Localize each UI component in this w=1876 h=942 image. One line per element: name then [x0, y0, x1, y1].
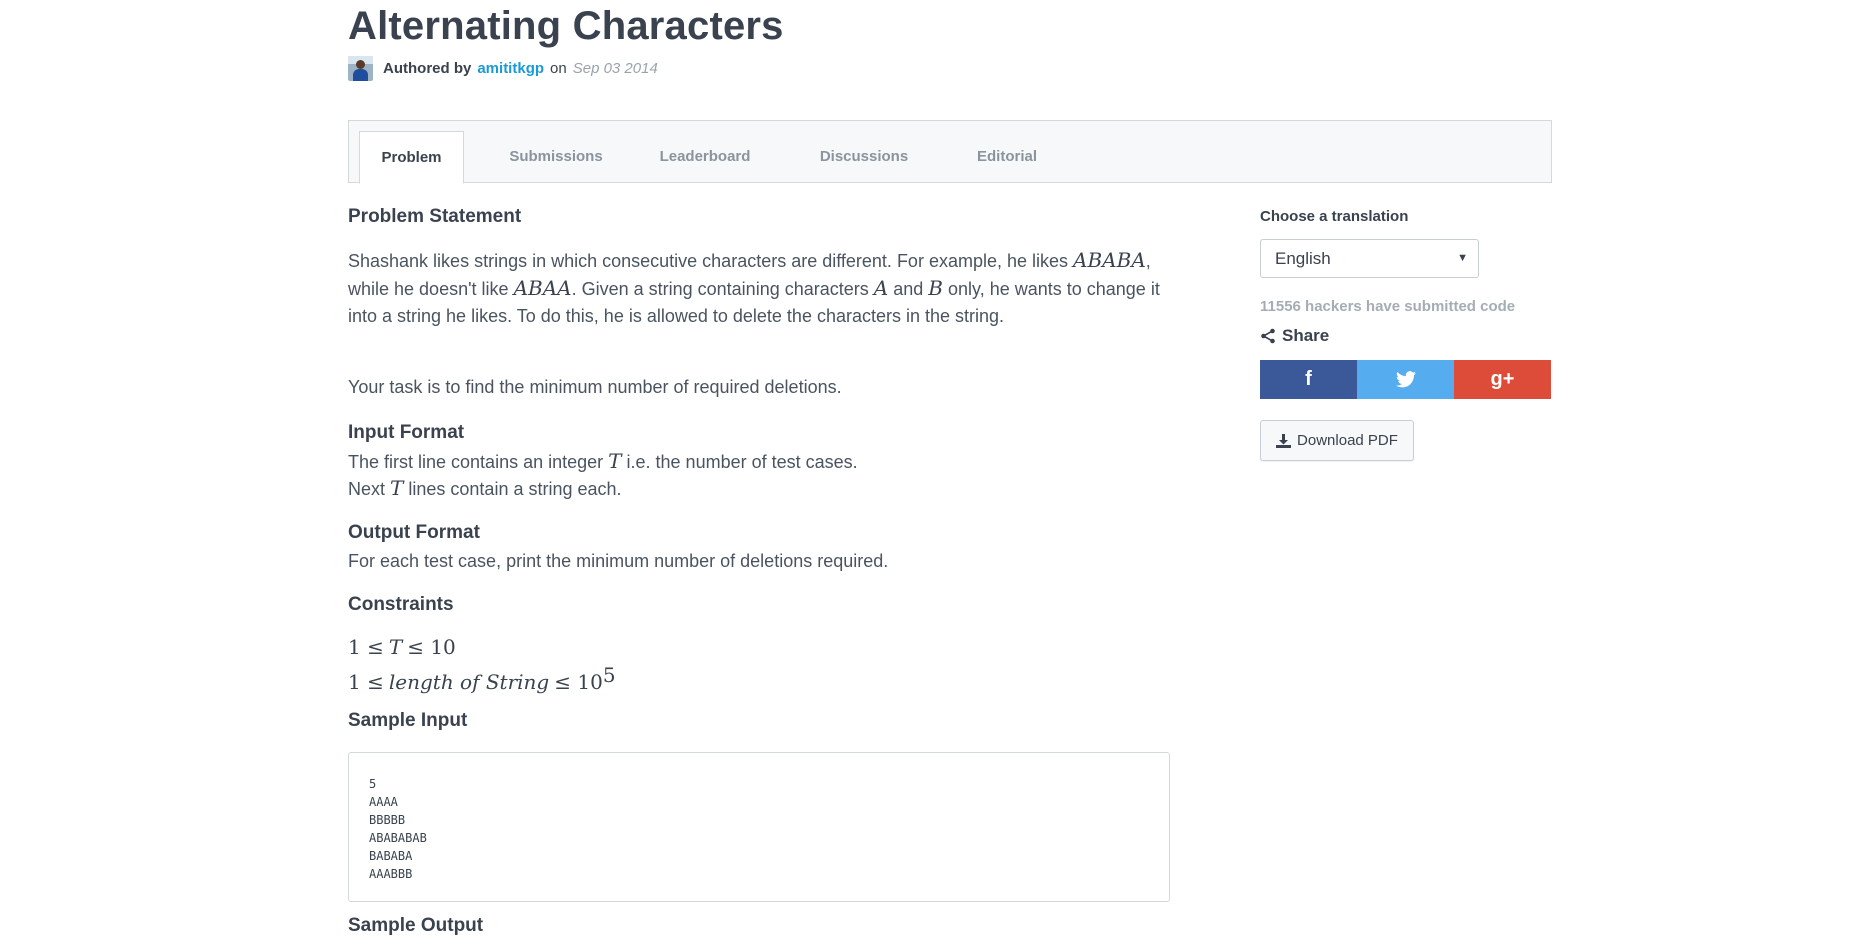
output-format-heading: Output Format	[348, 522, 480, 543]
translation-select[interactable]: English ▼	[1260, 239, 1479, 278]
share-label: Share	[1282, 326, 1330, 345]
constraints-heading: Constraints	[348, 594, 454, 615]
facebook-share-button[interactable]: f	[1260, 360, 1357, 399]
constraint-1: 1 ≤ T ≤ 10	[348, 635, 456, 659]
output-format-text: For each test case, print the minimum nu…	[348, 551, 889, 571]
google-plus-share-button[interactable]: g+	[1454, 360, 1551, 399]
download-pdf-label: Download PDF	[1297, 432, 1398, 449]
avatar[interactable]	[348, 55, 373, 81]
tab-submissions[interactable]: Submissions	[496, 131, 616, 182]
problem-statement-text: Shashank likes strings in which consecut…	[348, 248, 1160, 326]
download-icon	[1276, 433, 1292, 448]
input-format-line-1: The first line contains an integer T i.e…	[348, 449, 858, 473]
submitted-count: 11556 hackers have submitted code	[1260, 298, 1516, 315]
google-plus-icon: g+	[1490, 368, 1515, 390]
tab-editorial[interactable]: Editorial	[957, 131, 1057, 182]
share-icon	[1261, 328, 1275, 344]
translation-label: Choose a translation	[1260, 208, 1409, 225]
sidebar: Choose a translation English ▼ 11556 hac…	[1260, 208, 1552, 461]
tab-leaderboard[interactable]: Leaderboard	[645, 131, 765, 182]
task-text: Your task is to find the minimum number …	[348, 377, 842, 397]
constraint-2: 1 ≤ length of String ≤ 105	[348, 663, 616, 694]
problem-statement-heading: Problem Statement	[348, 206, 522, 227]
author-link[interactable]: amititkgp	[477, 60, 544, 77]
sample-output-heading: Sample Output	[348, 915, 484, 936]
share-label-row: Share	[1260, 326, 1329, 346]
download-pdf-button[interactable]: Download PDF	[1260, 420, 1414, 461]
input-format-line-2: Next T lines contain a string each.	[348, 476, 622, 500]
tab-problem[interactable]: Problem	[359, 131, 464, 184]
facebook-icon: f	[1305, 368, 1312, 390]
sample-input-box[interactable]: 5 AAAA BBBBB ABABABAB BABABA AAABBB	[348, 752, 1170, 902]
tab-bar: Problem Submissions Leaderboard Discussi…	[348, 120, 1552, 184]
authored-by-label: Authored by	[383, 59, 472, 77]
social-buttons: f g+	[1260, 360, 1551, 399]
tab-discussions[interactable]: Discussions	[804, 131, 924, 182]
page-title: Alternating Characters	[348, 4, 784, 48]
on-label: on	[550, 59, 567, 77]
sample-input-heading: Sample Input	[348, 710, 468, 731]
sample-input-text: 5 AAAA BBBBB ABABABAB BABABA AAABBB	[369, 777, 427, 881]
author-row: Authored by amititkgp on Sep 03 2014	[348, 55, 658, 81]
translation-value: English	[1275, 249, 1331, 268]
author-date: Sep 03 2014	[572, 59, 658, 77]
input-format-heading: Input Format	[348, 422, 465, 443]
twitter-icon	[1395, 371, 1416, 388]
caret-down-icon: ▼	[1457, 252, 1468, 264]
twitter-share-button[interactable]	[1357, 360, 1454, 399]
